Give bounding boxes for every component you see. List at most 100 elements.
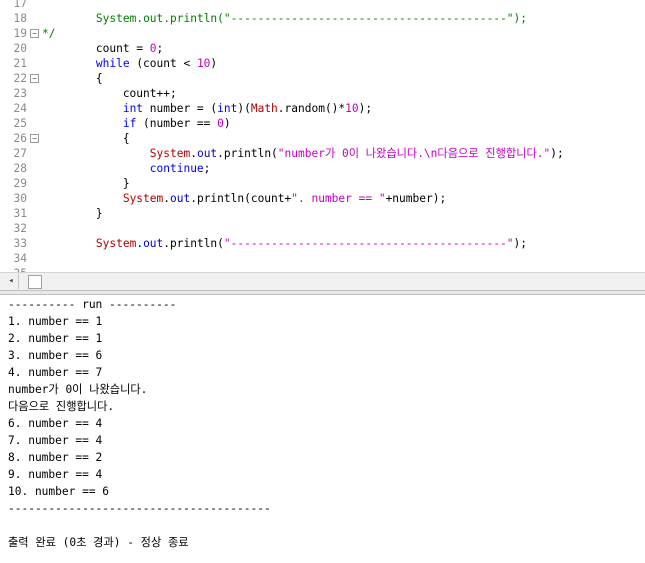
code-token: int (122, 102, 144, 115)
code-line: 21 while (count < 10) (0, 56, 645, 71)
code-token: count = (42, 42, 150, 55)
scroll-left-arrow-icon[interactable]: ◂ (6, 276, 16, 287)
code-token: if (122, 117, 137, 130)
code-line: 34 (0, 251, 645, 266)
code-token: ); (513, 237, 528, 250)
code-token: ); (550, 147, 564, 160)
line-number: 23 (13, 87, 27, 100)
code-token: .println("------------------------------… (163, 12, 527, 25)
code-token: .random()* (277, 102, 346, 115)
code-text: } (42, 176, 130, 191)
fold-toggle-icon[interactable]: − (30, 74, 39, 83)
code-token: int (217, 102, 238, 115)
code-text: System.out.println("--------------------… (42, 11, 527, 26)
code-token: .println( (217, 147, 278, 160)
scrollbar-thumb[interactable] (28, 275, 42, 289)
line-number: 28 (13, 162, 27, 175)
line-number: 31 (13, 207, 27, 220)
horizontal-scrollbar[interactable]: ◂ (0, 272, 645, 290)
output-line: 6. number == 4 (8, 417, 103, 430)
line-number: 18 (13, 12, 27, 25)
code-token: ; (156, 42, 164, 55)
code-token: (number == (136, 117, 218, 130)
code-token: out (196, 147, 218, 160)
code-line: 26− { (0, 131, 645, 146)
code-token: out (143, 237, 164, 250)
code-text: } (42, 206, 103, 221)
code-token: } (42, 207, 103, 220)
code-token: ) (210, 57, 218, 70)
output-line: 3. number == 6 (8, 349, 103, 362)
code-token: . (190, 147, 197, 160)
fold-toggle-icon[interactable]: − (30, 134, 39, 143)
code-token: 0 (217, 117, 224, 130)
output-line: 10. number == 6 (8, 485, 110, 498)
scrollbar-separator (18, 273, 19, 289)
line-number: 20 (13, 42, 27, 55)
line-number: 22 (13, 72, 27, 85)
code-token: "number가 0이 나왔습니다.\n다음으로 진행합니다." (277, 147, 551, 160)
line-number: 25 (13, 117, 27, 130)
line-number: 26 (13, 132, 27, 145)
code-line: 29 } (0, 176, 645, 191)
code-line: 19− */ (0, 26, 645, 41)
code-token: 0 (149, 42, 157, 55)
line-number: 30 (13, 192, 27, 205)
code-text: count++; (42, 86, 177, 101)
code-token: System (95, 237, 137, 250)
code-token: System (95, 12, 137, 25)
code-token: "---------------------------------------… (223, 237, 514, 250)
code-token: ". number == " (291, 192, 386, 205)
code-token: ); (358, 102, 373, 115)
line-number: 34 (13, 252, 27, 265)
code-token: number = ( (143, 102, 218, 115)
code-token: (count < (129, 57, 197, 70)
code-token: count++; (42, 87, 177, 100)
code-token: .println( (163, 237, 224, 250)
code-token: System (149, 147, 191, 160)
output-line: 4. number == 7 (8, 366, 103, 379)
code-token: continue (149, 162, 204, 175)
code-text: while (count < 10) (42, 56, 217, 71)
code-token: )( (237, 102, 251, 115)
code-line: 32 (0, 221, 645, 236)
code-text: System.out.println(count+". number == "+… (42, 191, 446, 206)
code-editor[interactable]: 17 18 System.out.println("---------------… (0, 0, 645, 272)
output-line: number가 0이 나왔습니다. (8, 383, 148, 396)
code-token: { (42, 132, 130, 145)
code-text: { (42, 71, 103, 86)
code-token: while (95, 57, 130, 70)
output-line: 1. number == 1 (8, 315, 103, 328)
code-line: 28 continue; (0, 161, 645, 176)
fold-toggle-icon[interactable]: − (30, 29, 39, 38)
line-number: 17 (13, 0, 27, 10)
output-line: --------------------------------------- (8, 502, 271, 515)
code-line: 22− { (0, 71, 645, 86)
line-number: 24 (13, 102, 27, 115)
output-panel[interactable]: ---------- run ---------- 1. number == 1 2… (0, 295, 645, 563)
code-text: { (42, 131, 130, 146)
output-line: ---------- run ---------- (8, 298, 177, 311)
code-text: continue; (42, 161, 211, 176)
code-token: */ (42, 27, 56, 40)
code-text: System.out.println("number가 0이 나왔습니다.\n다… (42, 146, 564, 161)
output-line: 출력 완료 (0초 경과) - 정상 종료 (8, 536, 189, 549)
code-token: out (170, 192, 191, 205)
line-number: 33 (13, 237, 27, 250)
code-token: { (42, 72, 103, 85)
code-line: 33 System.out.println("-----------------… (0, 236, 645, 251)
code-token: 10 (345, 102, 359, 115)
line-number: 19 (13, 27, 27, 40)
code-token: 10 (196, 57, 211, 70)
code-token: +number); (385, 192, 447, 205)
code-text: */ (42, 26, 55, 41)
line-number: 32 (13, 222, 27, 235)
code-line: 20 count = 0; (0, 41, 645, 56)
code-token: ) (223, 117, 231, 130)
